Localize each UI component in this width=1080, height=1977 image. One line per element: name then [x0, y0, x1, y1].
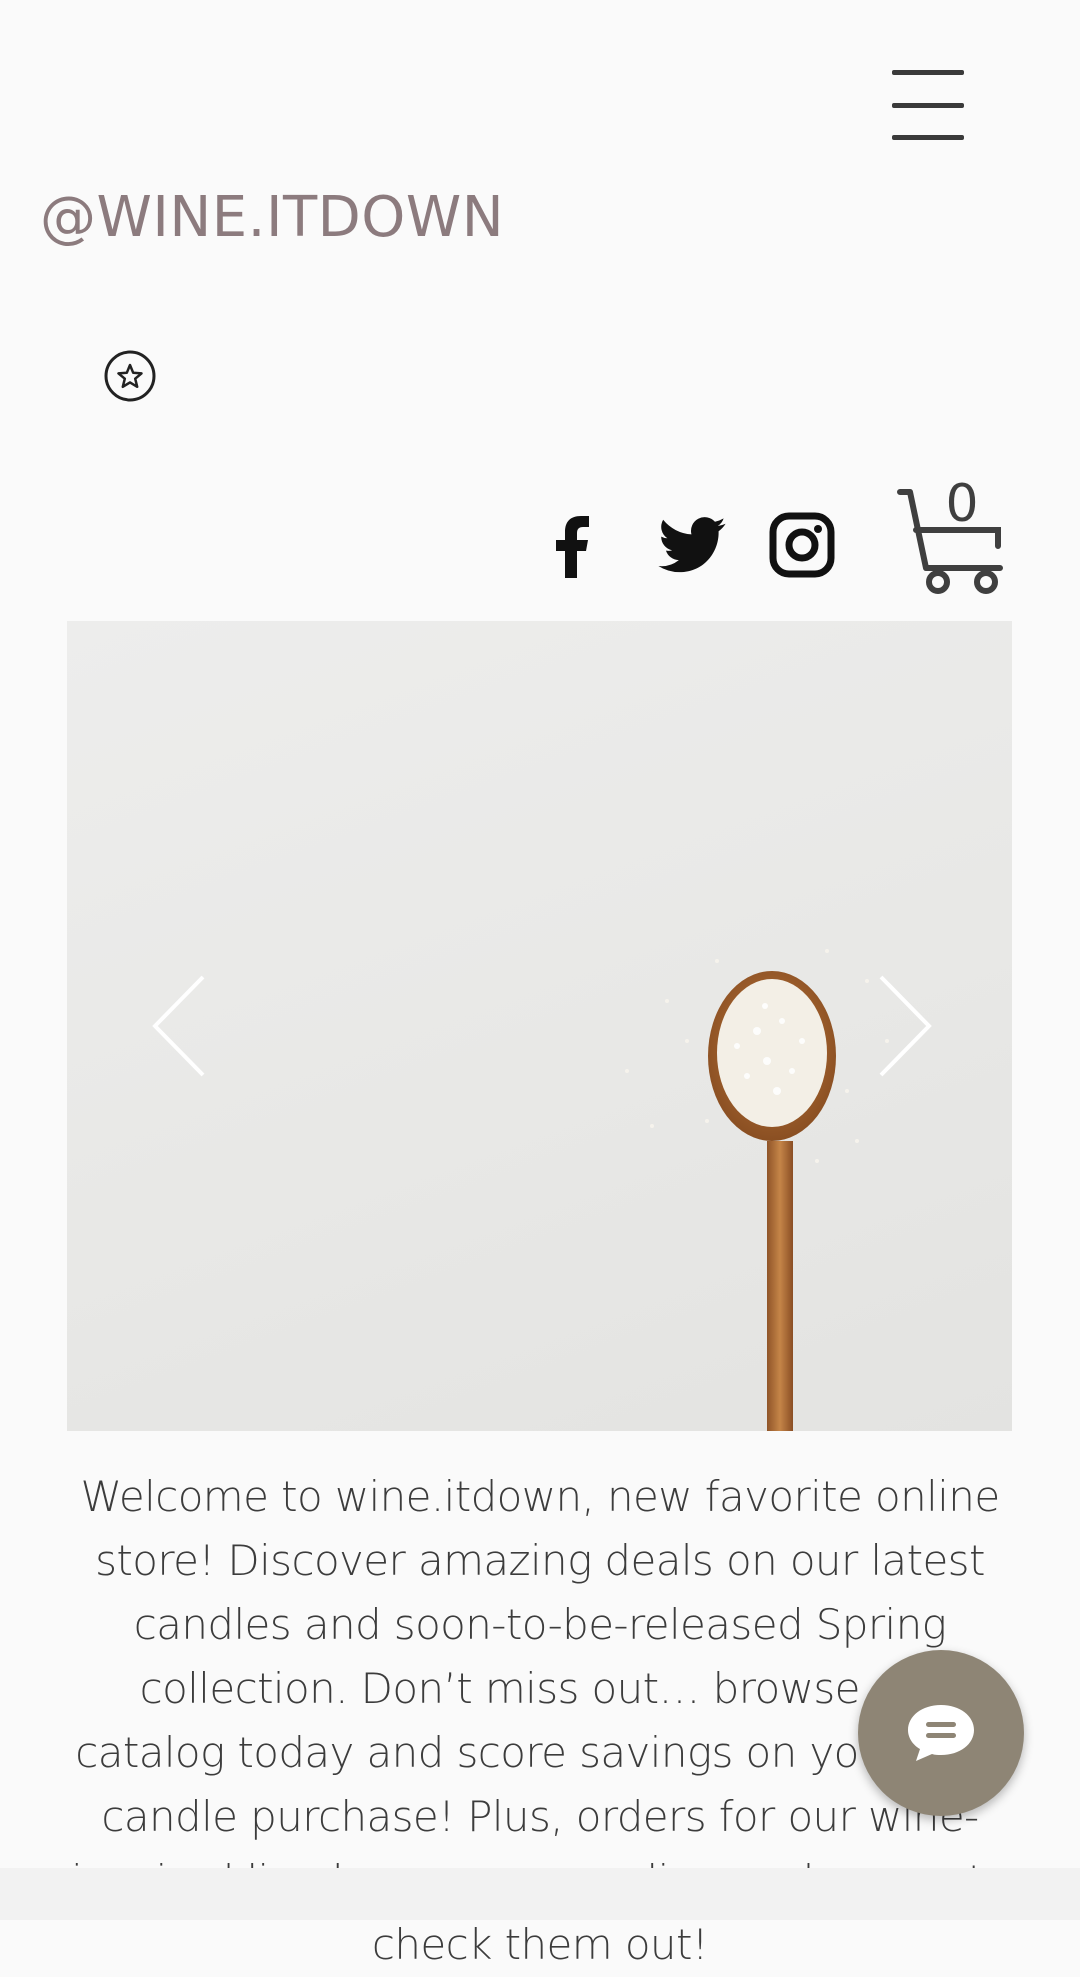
bottom-strip	[0, 1868, 1080, 1920]
chevron-left-icon	[152, 975, 205, 1077]
chevron-right-icon	[879, 975, 932, 1077]
gallery-prev-button[interactable]	[147, 971, 217, 1081]
star-badge-icon	[104, 350, 156, 402]
gallery-next-button[interactable]	[867, 971, 937, 1081]
twitter-link[interactable]	[652, 500, 732, 590]
menu-button[interactable]	[880, 60, 976, 150]
chat-button[interactable]	[858, 1650, 1024, 1816]
hero-gallery[interactable]	[67, 621, 1012, 1431]
menu-bar-middle	[892, 102, 964, 108]
cart-button[interactable]: 0	[896, 474, 1006, 595]
facebook-link[interactable]	[540, 500, 606, 590]
brand-title[interactable]: @WINE.ITDOWN	[40, 185, 504, 250]
twitter-icon	[658, 517, 726, 573]
instagram-icon	[769, 512, 835, 578]
facebook-icon	[556, 516, 589, 578]
instagram-link[interactable]	[766, 500, 838, 590]
menu-bar-top	[892, 70, 964, 75]
menu-bar-bottom	[892, 135, 964, 140]
chat-bubble-icon	[908, 1705, 974, 1761]
cart-count: 0	[945, 474, 979, 534]
